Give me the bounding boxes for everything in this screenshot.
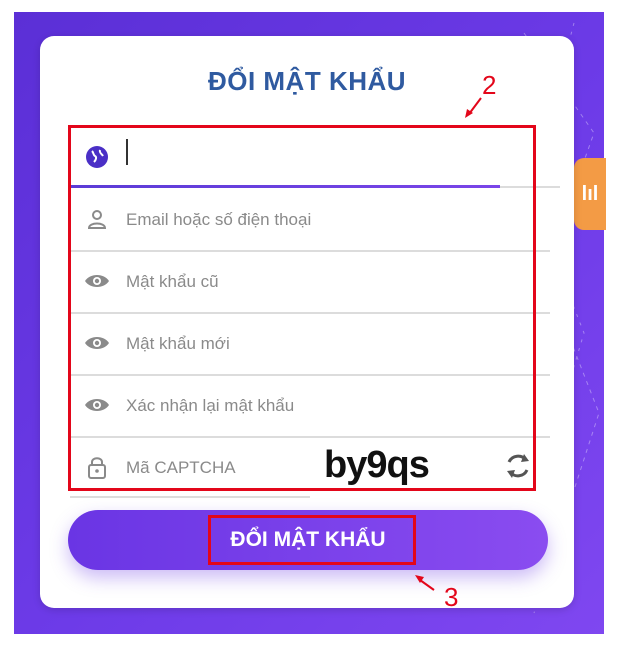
annotation-arrow-2 <box>465 97 482 118</box>
form-highlight-box <box>68 125 536 491</box>
annotation-number-3: 3 <box>444 582 459 612</box>
annotation-arrow-3 <box>415 575 435 591</box>
annotation-number-2: 2 <box>482 70 497 100</box>
captcha-underline <box>70 496 310 498</box>
button-highlight-box <box>208 515 416 565</box>
side-floating-icon[interactable]: lıl <box>574 158 606 230</box>
